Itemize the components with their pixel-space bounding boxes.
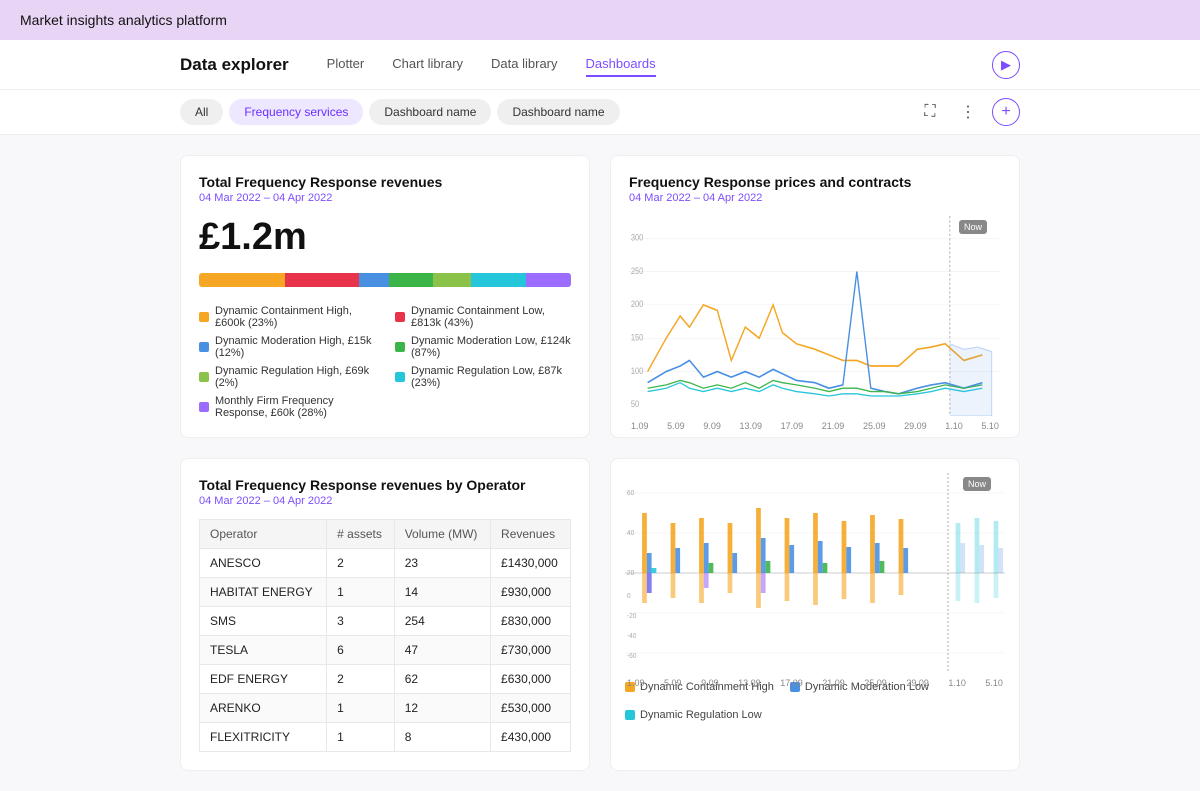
legend-item-5: Dynamic Regulation High, £69k (2%)	[199, 365, 375, 389]
operator-subtitle: 04 Mar 2022 – 04 Apr 2022	[199, 495, 571, 507]
bar-legend-label-3: Dynamic Regulation Low	[640, 709, 762, 721]
content-area: Total Frequency Response revenues 04 Mar…	[0, 135, 1200, 791]
svg-text:200: 200	[631, 300, 644, 310]
table-row: ANESCO223£1430,000	[200, 549, 571, 578]
nav-item-data-library[interactable]: Data library	[491, 52, 557, 77]
x-axis-top: 1.095.099.0913.0917.0921.0925.0929.091.1…	[629, 421, 1001, 431]
legend-dot-2	[395, 312, 405, 322]
table-row: EDF ENERGY262£630,000	[200, 665, 571, 694]
svg-text:150: 150	[631, 333, 644, 343]
table-row: TESLA647£730,000	[200, 636, 571, 665]
legend-label-6: Dynamic Regulation Low, £87k (23%)	[411, 365, 571, 389]
main-nav: Data explorer Plotter Chart library Data…	[0, 40, 1200, 90]
legend-item-1: Dynamic Containment High, £600k (23%)	[199, 305, 375, 329]
app-title: Market insights analytics platform	[20, 12, 227, 28]
revenues-subtitle: 04 Mar 2022 – 04 Apr 2022	[199, 192, 571, 204]
table-row: HABITAT ENERGY114£930,000	[200, 578, 571, 607]
col-header-revenues: Revenues	[491, 520, 571, 549]
revenues-title: Total Frequency Response revenues	[199, 174, 571, 190]
legend-dot-5	[199, 372, 209, 382]
legend-item-3: Dynamic Moderation High, £15k (12%)	[199, 335, 375, 359]
prices-subtitle: 04 Mar 2022 – 04 Apr 2022	[629, 192, 1001, 204]
table-row: SMS3254£830,000	[200, 607, 571, 636]
bar-legend-dot-3	[625, 710, 635, 720]
operator-table: Operator # assets Volume (MW) Revenues A…	[199, 519, 571, 752]
table-row: ARENKO112£530,000	[200, 694, 571, 723]
tab-actions: ⛶ ⋮ +	[916, 98, 1020, 126]
legend-label-5: Dynamic Regulation High, £69k (2%)	[215, 365, 375, 389]
legend-dot-6	[395, 372, 405, 382]
bar-chart-area: Now 60 40 20 0 -20 -40 -60	[625, 473, 1005, 673]
tab-dashboard-name-1[interactable]: Dashboard name	[369, 99, 491, 125]
legend-dot-7	[199, 402, 209, 412]
nav-item-dashboards[interactable]: Dashboards	[586, 52, 656, 77]
panel-bar-chart: Now 60 40 20 0 -20 -40 -60	[610, 458, 1020, 771]
bar-seg-7	[526, 273, 571, 287]
panel-prices: Frequency Response prices and contracts …	[610, 155, 1020, 438]
legend-dot-4	[395, 342, 405, 352]
svg-text:250: 250	[631, 266, 644, 276]
legend-label-4: Dynamic Moderation Low, £124k (87%)	[411, 335, 571, 359]
table-row: FLEXITRICITY18£430,000	[200, 723, 571, 752]
line-chart-svg: 300 250 200 150 100 50	[629, 216, 1001, 416]
svg-text:300: 300	[631, 233, 644, 243]
bar-seg-3	[359, 273, 389, 287]
now-badge-top: Now	[959, 220, 987, 234]
legend-item-2: Dynamic Containment Low, £813k (43%)	[395, 305, 571, 329]
svg-text:-60: -60	[627, 653, 637, 660]
panel-operator-table: Total Frequency Response revenues by Ope…	[180, 458, 590, 771]
svg-text:100: 100	[631, 366, 644, 376]
line-chart-area: Now 300 250 200 150 100 50	[629, 216, 1001, 416]
bar-seg-1	[199, 273, 285, 287]
legend-label-7: Monthly Firm Frequency Response, £60k (2…	[215, 395, 375, 419]
bar-chart-svg: 60 40 20 0 -20 -40 -60	[625, 473, 1005, 673]
expand-icon[interactable]: ⛶	[916, 98, 944, 126]
tab-all[interactable]: All	[180, 99, 223, 125]
svg-text:60: 60	[627, 490, 635, 497]
nav-item-plotter[interactable]: Plotter	[327, 52, 365, 77]
legend-item-4: Dynamic Moderation Low, £124k (87%)	[395, 335, 571, 359]
x-axis-bottom: 1.095.099.0913.0917.0921.0925.0929.091.1…	[625, 678, 1005, 688]
legend-label-2: Dynamic Containment Low, £813k (43%)	[411, 305, 571, 329]
bar-seg-4	[389, 273, 434, 287]
revenues-number: £1.2m	[199, 216, 571, 259]
operator-title: Total Frequency Response revenues by Ope…	[199, 477, 571, 493]
tab-bar: All Frequency services Dashboard name Da…	[0, 90, 1200, 135]
svg-text:50: 50	[631, 400, 640, 410]
legend-item-6: Dynamic Regulation Low, £87k (23%)	[395, 365, 571, 389]
legend-dot-3	[199, 342, 209, 352]
now-badge-bottom: Now	[963, 477, 991, 491]
nav-item-chart-library[interactable]: Chart library	[392, 52, 463, 77]
play-button[interactable]: ▶	[992, 51, 1020, 79]
bar-legend-3: Dynamic Regulation Low	[625, 709, 762, 721]
col-header-operator: Operator	[200, 520, 327, 549]
add-icon[interactable]: +	[992, 98, 1020, 126]
bar-seg-6	[471, 273, 527, 287]
revenues-legend: Dynamic Containment High, £600k (23%) Dy…	[199, 305, 571, 419]
prices-title: Frequency Response prices and contracts	[629, 174, 1001, 190]
panel-revenues: Total Frequency Response revenues 04 Mar…	[180, 155, 590, 438]
bar-seg-5	[433, 273, 470, 287]
legend-dot-1	[199, 312, 209, 322]
svg-text:20: 20	[627, 570, 635, 577]
svg-text:0: 0	[627, 593, 631, 600]
svg-text:-20: -20	[627, 613, 637, 620]
tab-frequency-services[interactable]: Frequency services	[229, 99, 363, 125]
col-header-volume: Volume (MW)	[394, 520, 490, 549]
legend-label-3: Dynamic Moderation High, £15k (12%)	[215, 335, 375, 359]
legend-label-1: Dynamic Containment High, £600k (23%)	[215, 305, 375, 329]
app-header: Market insights analytics platform	[0, 0, 1200, 40]
legend-item-7: Monthly Firm Frequency Response, £60k (2…	[199, 395, 375, 419]
svg-text:40: 40	[627, 530, 635, 537]
col-header-assets: # assets	[327, 520, 395, 549]
stacked-bar	[199, 273, 571, 287]
bar-seg-2	[285, 273, 359, 287]
svg-text:-40: -40	[627, 633, 637, 640]
tab-dashboard-name-2[interactable]: Dashboard name	[497, 99, 619, 125]
explorer-title: Data explorer	[180, 55, 289, 75]
more-icon[interactable]: ⋮	[954, 98, 982, 126]
